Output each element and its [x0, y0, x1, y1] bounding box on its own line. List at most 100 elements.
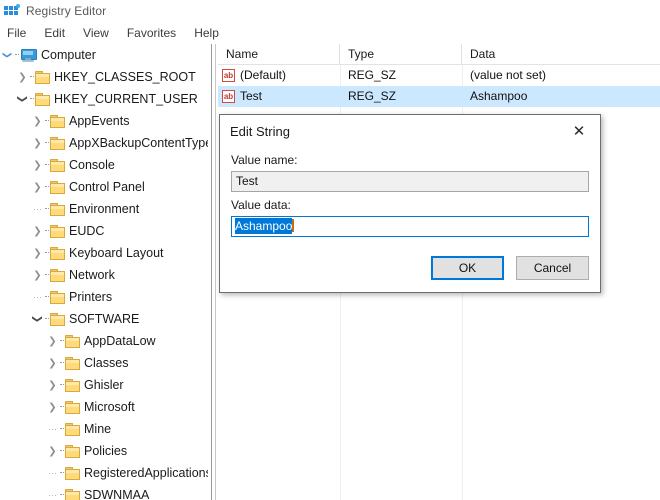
chevron-right-icon[interactable]: ❯: [30, 154, 45, 176]
dialog-body: Value name: Test Value data: Ashampoo: [220, 153, 600, 237]
tree-item-label: AppDataLow: [84, 334, 156, 348]
tree-item-eudc[interactable]: ❯ EUDC: [0, 220, 208, 242]
dialog-button-row: OK Cancel: [431, 256, 589, 280]
tree-item-computer[interactable]: ❯ Computer: [0, 44, 208, 66]
column-header-type[interactable]: Type: [340, 44, 462, 64]
menu-item-view[interactable]: View: [83, 24, 118, 42]
list-header: Name Type Data: [218, 44, 660, 65]
tree-item-label: EUDC: [69, 224, 105, 238]
tree-item-environment[interactable]: ··· Environment: [0, 198, 208, 220]
chevron-right-icon[interactable]: ❯: [45, 440, 60, 462]
close-icon[interactable]: ✕: [558, 116, 600, 146]
chevron-right-icon[interactable]: ❯: [30, 264, 45, 286]
tree-item-label: Microsoft: [84, 400, 135, 414]
tree-item-microsoft[interactable]: ❯ Microsoft: [0, 396, 208, 418]
value-data-input[interactable]: Ashampoo: [231, 216, 589, 237]
chevron-right-icon[interactable]: ❯: [45, 352, 60, 374]
chevron-right-icon[interactable]: ❯: [30, 132, 45, 154]
window-title: Registry Editor: [26, 4, 107, 18]
menu-item-edit[interactable]: Edit: [44, 24, 74, 42]
tree-item-sdwnmaa[interactable]: ··· SDWNMAA: [0, 484, 208, 500]
tree-item-appdatalow[interactable]: ❯ AppDataLow: [0, 330, 208, 352]
chevron-right-icon[interactable]: ❯: [45, 330, 60, 352]
tree-item-hkey-classes-root[interactable]: ❯ HKEY_CLASSES_ROOT: [0, 66, 208, 88]
chevron-right-icon[interactable]: ❯: [30, 220, 45, 242]
registry-tree[interactable]: ❯ Computer ❯ HKEY_CLASSES_ROOT ❯ HKEY_CURRENT…: [0, 44, 208, 500]
tree-item-ghisler[interactable]: ❯ Ghisler: [0, 374, 208, 396]
tree-item-label: Keyboard Layout: [69, 246, 164, 260]
folder-icon: [50, 181, 65, 194]
folder-icon: [50, 137, 65, 150]
chevron-right-icon[interactable]: ❯: [30, 110, 45, 132]
table-row[interactable]: ab (Default) REG_SZ (value not set): [218, 65, 660, 86]
ok-button[interactable]: OK: [431, 256, 504, 280]
tree-item-printers[interactable]: ··· Printers: [0, 286, 208, 308]
tree-item-label: Mine: [84, 422, 112, 436]
tree-item-label: AppXBackupContentType: [69, 136, 208, 150]
tree-item-mine[interactable]: ··· Mine: [0, 418, 208, 440]
cell-data: (value not set): [470, 68, 547, 82]
menu-item-favorites[interactable]: Favorites: [127, 24, 185, 42]
tree-item-keyboard-layout[interactable]: ❯ Keyboard Layout: [0, 242, 208, 264]
value-name-label: Value name:: [231, 153, 298, 167]
tree-item-label: Computer: [41, 48, 96, 62]
tree-item-label: Console: [69, 158, 115, 172]
dialog-title: Edit String: [230, 123, 290, 139]
folder-icon: [65, 335, 80, 348]
chevron-right-icon[interactable]: ❯: [15, 66, 30, 88]
table-row[interactable]: ab Test REG_SZ Ashampoo: [218, 86, 660, 107]
chevron-right-icon[interactable]: ❯: [45, 396, 60, 418]
folder-icon: [35, 93, 50, 106]
menu-item-file[interactable]: File: [7, 24, 35, 42]
menu-bar: File Edit View Favorites Help: [0, 22, 660, 44]
tree-item-classes[interactable]: ❯ Classes: [0, 352, 208, 374]
tree-item-software[interactable]: ❯ SOFTWARE: [0, 308, 208, 330]
tree-line: ···: [48, 468, 57, 478]
cancel-button[interactable]: Cancel: [516, 256, 589, 280]
folder-icon: [65, 357, 80, 370]
tree-item-policies[interactable]: ❯ Policies: [0, 440, 208, 462]
cell-name: ab Test: [218, 86, 340, 107]
value-name-text: (Default): [240, 68, 287, 82]
menu-item-help[interactable]: Help: [194, 24, 228, 42]
tree-item-label: HKEY_CLASSES_ROOT: [54, 70, 196, 84]
tree-item-appevents[interactable]: ❯ AppEvents: [0, 110, 208, 132]
folder-icon: [50, 269, 65, 282]
pane-splitter[interactable]: [208, 44, 218, 500]
tree-item-console[interactable]: ❯ Console: [0, 154, 208, 176]
chevron-right-icon[interactable]: ❯: [30, 176, 45, 198]
column-header-name[interactable]: Name: [218, 44, 340, 64]
tree-item-hkey-current-user[interactable]: ❯ HKEY_CURRENT_USER: [0, 88, 208, 110]
tree-item-registeredapplications[interactable]: ··· RegisteredApplications: [0, 462, 208, 484]
value-name-field: Test: [231, 171, 589, 192]
tree-item-control-panel[interactable]: ❯ Control Panel: [0, 176, 208, 198]
tree-item-network[interactable]: ❯ Network: [0, 264, 208, 286]
chevron-right-icon[interactable]: ❯: [45, 374, 60, 396]
title-bar: Registry Editor: [0, 0, 660, 22]
tree-item-appxbackupcontenttype[interactable]: ❯ AppXBackupContentType: [0, 132, 208, 154]
column-header-data[interactable]: Data: [462, 44, 660, 64]
chevron-right-icon[interactable]: ❯: [30, 242, 45, 264]
string-value-icon: ab: [222, 69, 235, 82]
